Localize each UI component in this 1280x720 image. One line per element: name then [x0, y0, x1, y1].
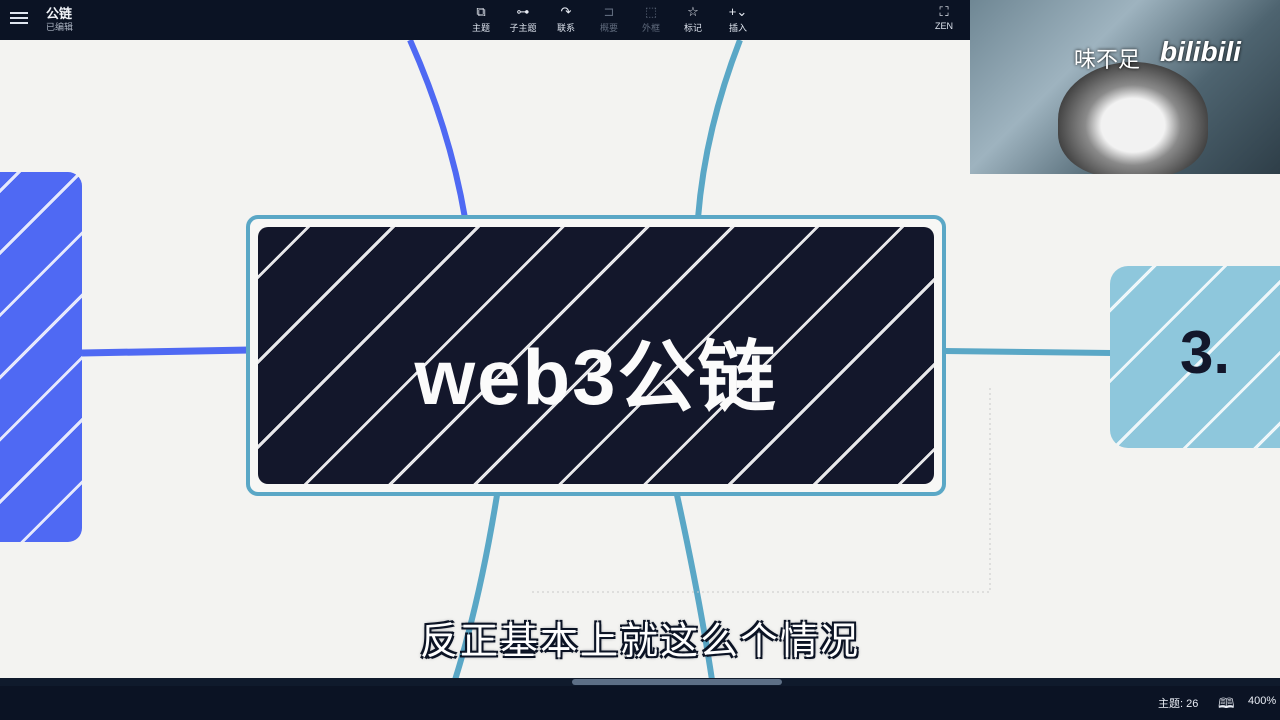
- summary-label: 概要: [599, 23, 618, 33]
- insert-plus-icon: +⌄: [728, 4, 748, 19]
- bilibili-logo: bilibili: [1160, 36, 1241, 67]
- zen-mode-button[interactable]: ⛶ ZEN: [924, 4, 964, 31]
- insert-label: 插入: [728, 23, 747, 33]
- left-branch-topic[interactable]: [0, 172, 82, 542]
- subtopic-icon: ⊶: [516, 4, 530, 19]
- marker-button[interactable]: ☆ 标记: [673, 4, 713, 34]
- subtopic-button[interactable]: ⊶ 子主题: [503, 4, 543, 34]
- relationship-label: 联系: [556, 23, 575, 33]
- horizontal-scrollbar[interactable]: [0, 678, 1280, 686]
- summary-icon: ⊐: [603, 4, 615, 19]
- video-overlay-text: 味不足: [1074, 47, 1141, 72]
- right-branch-topic-label: 3.: [1180, 319, 1231, 386]
- topic-icon: ⧉: [476, 4, 486, 19]
- outline-book-icon[interactable]: 🕮: [1218, 693, 1235, 717]
- subtopic-label: 子主题: [509, 23, 537, 33]
- webcam-video-overlay: 味不足 bilibili: [970, 0, 1280, 174]
- relationship-icon: ↷: [560, 4, 572, 19]
- video-subtitle: 反正基本上就这么个情况: [419, 621, 860, 663]
- relationship-button[interactable]: ↷ 联系: [546, 4, 586, 34]
- central-topic-fill: web3公链: [258, 227, 934, 484]
- marker-star-icon: ☆: [687, 4, 699, 19]
- red-panda-face-image: [1058, 62, 1208, 174]
- boundary-icon: ⬚: [644, 4, 658, 19]
- boundary-button[interactable]: ⬚ 外框: [631, 4, 671, 34]
- topic-label: 主题: [471, 23, 490, 33]
- fullscreen-icon: ⛶: [939, 4, 949, 19]
- branch-line-left: [81, 346, 251, 357]
- status-bar: 主题: 26 🕮 400%: [0, 686, 1280, 720]
- zen-label: ZEN: [935, 21, 953, 31]
- boundary-label: 外框: [641, 23, 660, 33]
- summary-button[interactable]: ⊐ 概要: [589, 4, 629, 34]
- branch-line-top-left: [407, 40, 468, 219]
- save-status: 已编辑: [46, 22, 74, 32]
- topic-button[interactable]: ⧉ 主题: [461, 4, 501, 34]
- topic-count: 主题: 26: [1158, 698, 1199, 710]
- hamburger-menu-icon[interactable]: [10, 9, 28, 29]
- branch-line-top-right: [695, 40, 743, 219]
- zoom-level[interactable]: 400%: [1248, 695, 1276, 707]
- central-topic[interactable]: web3公链: [246, 215, 946, 496]
- insert-button[interactable]: +⌄ 插入: [718, 4, 758, 34]
- scrollbar-thumb[interactable]: [572, 679, 782, 685]
- branch-line-right: [943, 348, 1113, 356]
- central-topic-label: web3公链: [414, 333, 778, 421]
- right-branch-topic[interactable]: 3.: [1110, 266, 1280, 448]
- marker-label: 标记: [683, 23, 702, 33]
